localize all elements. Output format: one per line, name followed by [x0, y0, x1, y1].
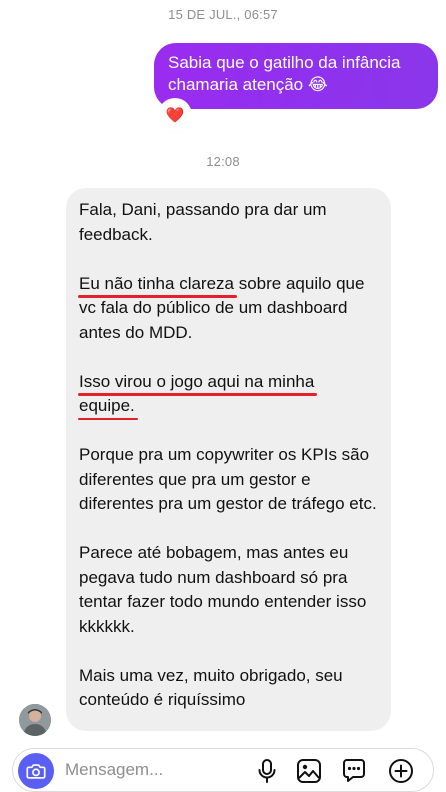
sent-message-bubble[interactable]: Sabia que o gatilho da infância chamaria… — [154, 43, 438, 109]
sent-message-text: Sabia que o gatilho da infância chamaria… — [168, 53, 401, 94]
message-paragraph: Porque pra um copywriter os KPIs são dif… — [79, 445, 377, 513]
add-button[interactable] — [388, 758, 414, 784]
message-paragraph: Parece até bobagem, mas antes eu pegava … — [79, 543, 367, 636]
image-icon — [297, 759, 321, 783]
microphone-button[interactable] — [254, 758, 280, 784]
message-paragraph: Isso virou o jogo aqui na minha equipe. — [79, 370, 379, 419]
timestamp: 15 DE JUL., 06:57 — [168, 7, 278, 22]
add-icon — [389, 759, 413, 783]
highlighted-text: equipe. — [79, 396, 135, 415]
sticker-button[interactable] — [341, 758, 367, 784]
received-message-bubble[interactable]: Fala, Dani, passando pra dar um feedback… — [66, 188, 391, 731]
avatar[interactable] — [19, 704, 51, 736]
timestamp: 12:08 — [206, 154, 240, 169]
message-paragraph: Fala, Dani, passando pra dar um feedback… — [79, 200, 327, 244]
avatar-image — [19, 704, 51, 736]
message-composer — [12, 748, 434, 792]
sticker-icon — [343, 759, 365, 782]
highlighted-text: Eu não tinha clareza — [79, 273, 234, 293]
gallery-button[interactable] — [296, 758, 322, 784]
camera-icon — [26, 764, 46, 779]
message-input[interactable] — [65, 758, 235, 782]
heart-reaction-icon[interactable]: ❤️ — [160, 100, 190, 130]
message-paragraph: Mais uma vez, muito obrigado, seu conteú… — [79, 665, 343, 710]
message-paragraph: Eu não tinha clareza sobre aquilo que vc… — [79, 273, 365, 342]
highlighted-text: Isso virou o jogo aqui na minha — [79, 371, 315, 391]
camera-button[interactable] — [18, 753, 54, 789]
microphone-icon — [258, 759, 276, 783]
